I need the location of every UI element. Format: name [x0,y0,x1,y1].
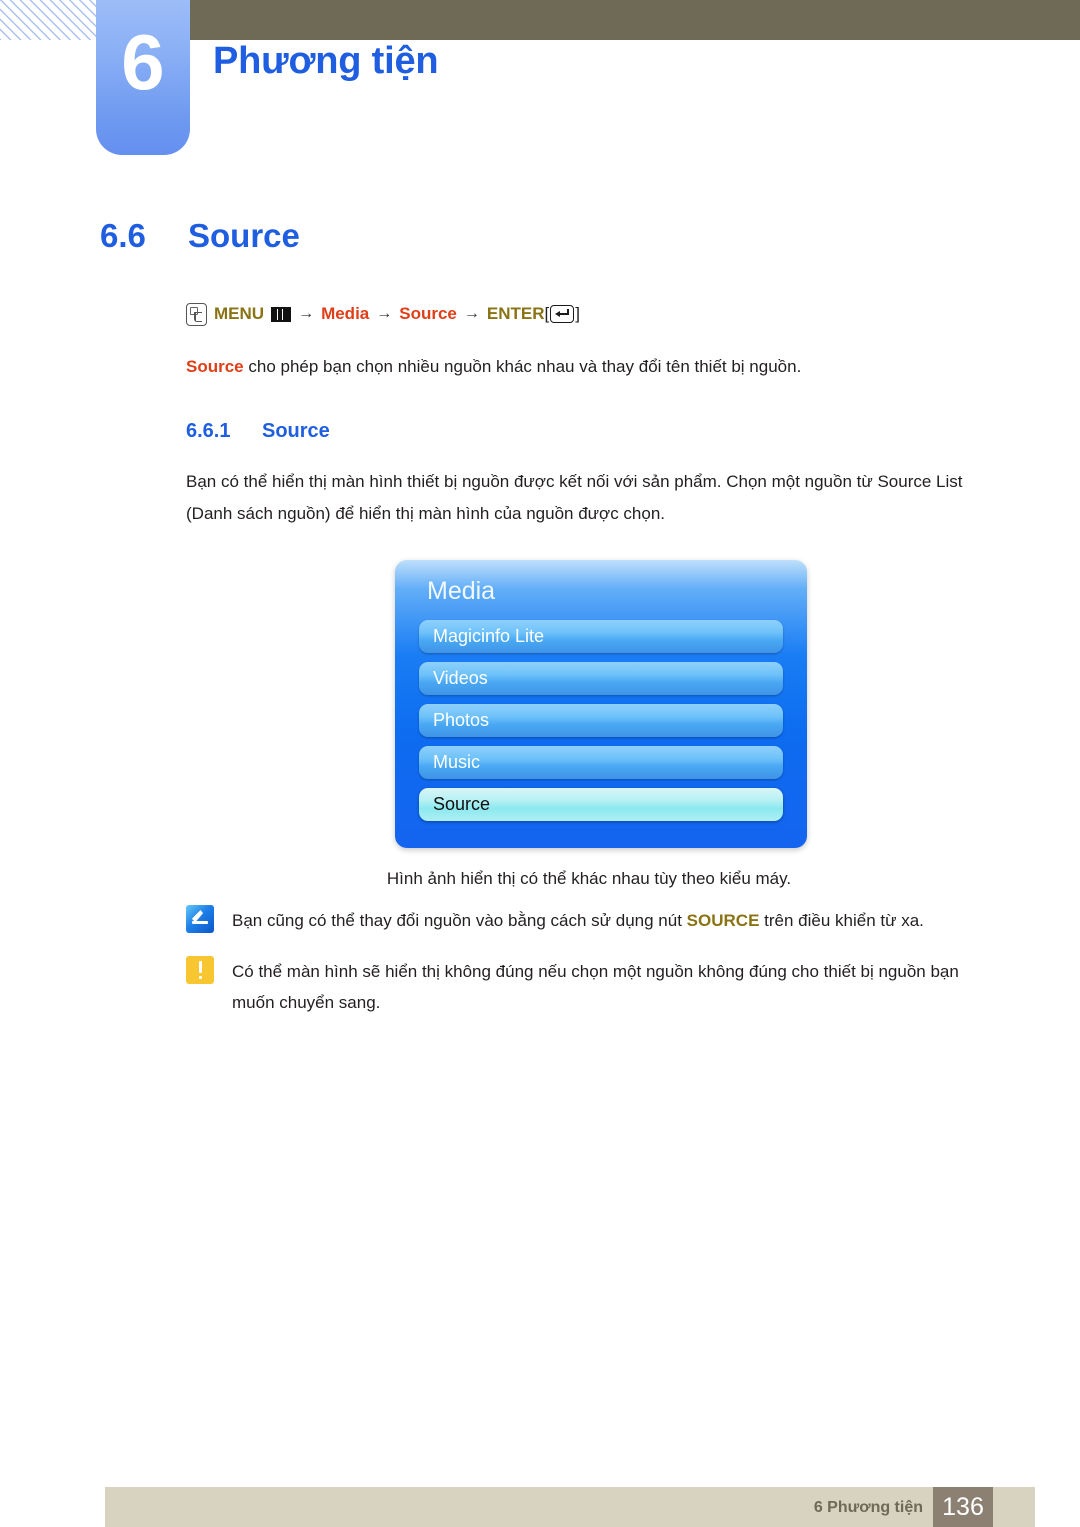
osd-item-magicinfo-lite[interactable]: Magicinfo Lite [419,620,783,653]
bracket-close: ] [575,304,580,323]
description-paragraph: Bạn có thể hiển thị màn hình thiết bị ng… [186,472,963,523]
menu-path-source-label: Source [399,304,457,323]
osd-item-label: Photos [433,710,490,730]
header-hatch-decoration [0,0,96,40]
page-footer: 6 Phương tiện 136 [105,1487,1035,1527]
menu-path-arrow-1: → [298,305,315,322]
subsection-number: 6.6.1 [186,420,231,442]
enter-key-icon [550,305,575,323]
intro-lead-keyword: Source [186,357,244,376]
osd-item-videos[interactable]: Videos [419,662,783,695]
page-header: 6 Phương tiện [0,0,1080,160]
osd-panel-title: Media [427,577,496,605]
figure-caption: Hình ảnh hiển thị có thể khác nhau tùy t… [386,869,792,888]
subsection-heading: 6.6.1 Source [186,417,330,445]
osd-item-music[interactable]: Music [419,746,783,779]
osd-menu-list: Magicinfo Lite Videos Photos Music Sourc… [419,620,783,830]
section-heading: 6.6 Source [100,215,300,257]
osd-item-photos[interactable]: Photos [419,704,783,737]
header-olive-bar [190,0,1080,40]
menu-path-media-label: Media [321,304,370,323]
menu-path-breadcrumb: MENU → Media → Source → ENTER [ ] [186,301,580,327]
footer-chapter-label: 6 Phương tiện [813,1499,923,1516]
osd-item-label: Magicinfo Lite [433,626,545,646]
footer-page-number: 136 [942,1493,984,1521]
menu-path-menu-label: MENU [214,304,265,323]
osd-item-label: Music [433,752,481,772]
chapter-title: Phương tiện [213,40,439,82]
remote-button-icon [186,302,207,326]
note-info-keyword: SOURCE [686,911,760,930]
chapter-tab: 6 [96,0,190,155]
section-number: 6.6 [100,217,146,254]
subsection-title: Source [262,420,330,442]
note-pencil-icon [186,905,214,933]
chapter-number: 6 [121,18,165,106]
osd-item-source[interactable]: Source [419,788,783,821]
note-info-text-before: Bạn cũng có thể thay đổi nguồn vào bằng … [232,911,687,930]
warning-exclamation-icon [186,956,214,984]
bracket-open: [ [544,304,550,323]
note-warning: Có thể màn hình sẽ hiển thị không đúng n… [186,956,992,1018]
menu-path-enter-label: ENTER [486,304,545,323]
note-info-text-after: trên điều khiển từ xa. [759,911,924,930]
note-info-text: Bạn cũng có thể thay đổi nguồn vào bằng … [232,905,924,936]
osd-item-label: Videos [433,668,488,688]
osd-item-label: Source [433,794,491,814]
note-warning-text: Có thể màn hình sẽ hiển thị không đúng n… [232,962,959,1012]
osd-media-panel: Media Magicinfo Lite Videos Photos Music… [395,560,807,848]
section-title: Source [188,217,300,254]
intro-rest-text: cho phép bạn chọn nhiều nguồn khác nhau … [243,357,802,376]
footer-page-box: 136 [933,1487,993,1527]
menu-path-arrow-3: → [463,305,480,322]
intro-paragraph: Source cho phép bạn chọn nhiều nguồn khá… [186,351,986,383]
menu-path-arrow-2: → [376,305,393,322]
note-info: Bạn cũng có thể thay đổi nguồn vào bằng … [186,905,992,936]
menu-bars-icon [271,306,292,322]
